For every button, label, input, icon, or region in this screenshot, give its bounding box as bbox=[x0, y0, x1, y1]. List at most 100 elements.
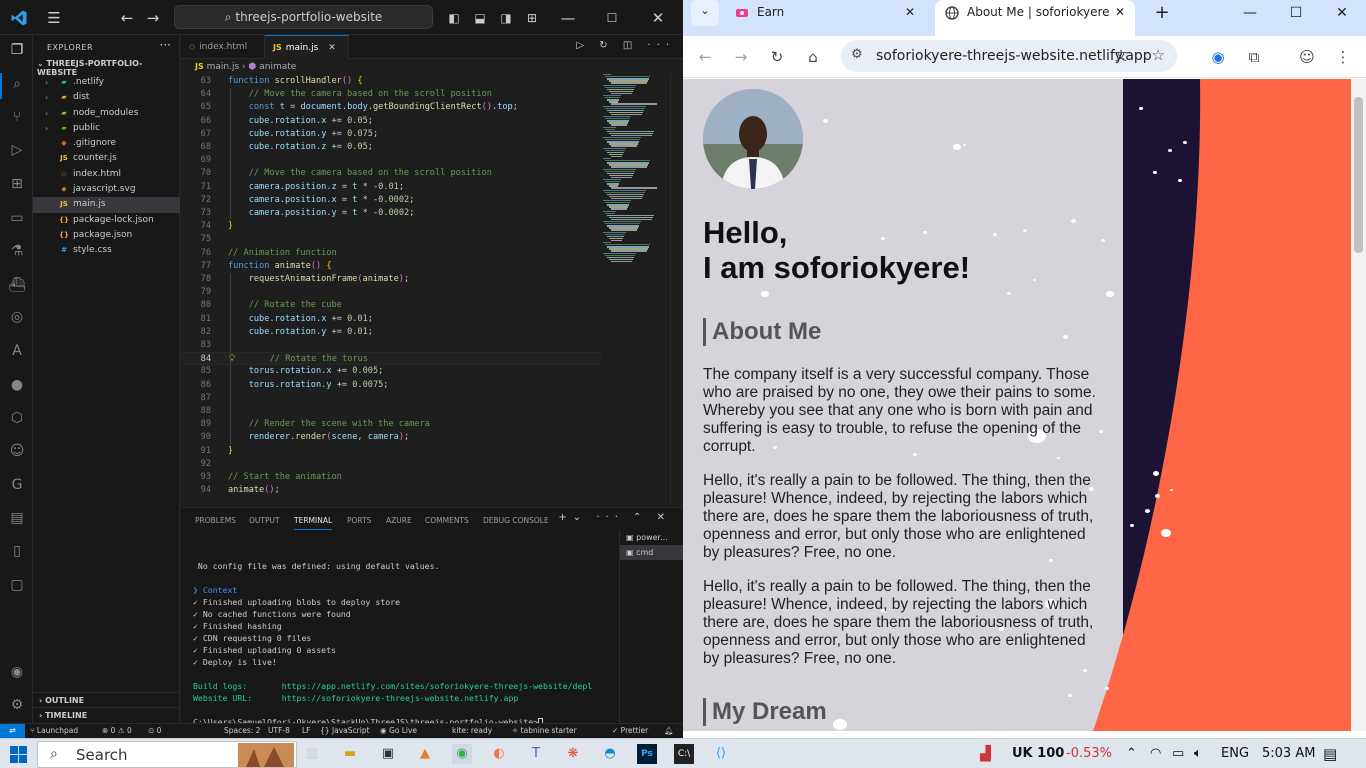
lock-app-icon[interactable]: ▣ bbox=[378, 744, 398, 764]
code-line[interactable]: 82 cube.rotation.y += 0.01; bbox=[181, 326, 601, 339]
code-line[interactable]: 65 const t = document.body.getBoundingCl… bbox=[181, 101, 601, 114]
code-line[interactable]: 92 bbox=[181, 458, 601, 471]
gitkraken-icon[interactable]: G bbox=[7, 475, 27, 495]
forward-arrow-icon[interactable]: → bbox=[729, 45, 753, 69]
timeline-section[interactable]: › TIMELINE bbox=[33, 707, 180, 722]
back-arrow-icon[interactable]: ← bbox=[693, 45, 717, 69]
close-tab-icon[interactable]: ✕ bbox=[1115, 0, 1125, 25]
tree-item[interactable]: JS main.js bbox=[33, 197, 180, 213]
settings-gear-icon[interactable]: ⚙ bbox=[7, 695, 27, 715]
panel-tab-azure[interactable]: AZURE bbox=[386, 512, 412, 530]
tabs-icon[interactable]: ▤ bbox=[7, 508, 27, 528]
close-icon[interactable]: ✕ bbox=[648, 8, 668, 28]
encoding-item[interactable]: UTF-8 bbox=[268, 724, 290, 738]
customize-layout-icon[interactable]: ⊞ bbox=[522, 8, 542, 28]
run-debug-icon[interactable]: ▷ bbox=[7, 140, 27, 160]
code-line[interactable]: 79 bbox=[181, 286, 601, 299]
panel-tab-debug-console[interactable]: DEBUG CONSOLE bbox=[483, 512, 549, 530]
code-line[interactable]: 85 torus.rotation.x += 0.005; bbox=[181, 365, 601, 378]
tree-item[interactable]: › ▰ public bbox=[33, 121, 180, 136]
stock-chart-icon[interactable]: ▟ bbox=[980, 739, 991, 768]
bookmark-star-icon[interactable]: ☆ bbox=[1152, 46, 1165, 64]
home-icon[interactable]: ⌂ bbox=[801, 45, 825, 69]
show-hidden-icons-chevron-icon[interactable]: ⌃ bbox=[1126, 739, 1137, 768]
photoshop-icon[interactable]: Ps bbox=[637, 744, 657, 764]
firefox-icon[interactable]: ◐ bbox=[489, 744, 509, 764]
editor-scrollbar[interactable] bbox=[670, 74, 682, 504]
code-line[interactable]: 67 cube.rotation.y += 0.075; bbox=[181, 128, 601, 141]
code-line[interactable]: 77 function animate() { bbox=[181, 260, 601, 273]
source-control-icon[interactable]: ⑂ bbox=[7, 107, 27, 127]
code-line[interactable]: 80 // Rotate the cube bbox=[181, 299, 601, 312]
command-center[interactable]: ⌕ threejs-portfolio-website bbox=[174, 5, 433, 29]
scrollbar-thumb[interactable] bbox=[1354, 97, 1363, 253]
terminal-item-cmd[interactable]: ▣ cmd bbox=[620, 545, 683, 560]
go-live-item[interactable]: ◉ Go Live bbox=[380, 724, 417, 738]
minimap[interactable] bbox=[603, 74, 663, 274]
code-line[interactable]: 84 💡︎ // Rotate the torus bbox=[181, 352, 601, 366]
tree-item[interactable]: › ▰ dist bbox=[33, 90, 180, 105]
outline-section[interactable]: › OUTLINE bbox=[33, 692, 180, 707]
teams-icon[interactable]: T bbox=[526, 744, 546, 764]
page-scrollbar[interactable] bbox=[1351, 79, 1366, 731]
code-line[interactable]: 89 // Render the scene with the camera bbox=[181, 418, 601, 431]
terminal-output[interactable]: No config file was defined: using defaul… bbox=[193, 548, 613, 728]
extensions-puzzle-icon[interactable]: ⧉ bbox=[1242, 45, 1266, 69]
reload-icon[interactable]: ↻ bbox=[765, 45, 789, 69]
vlc-icon[interactable]: ▲ bbox=[415, 744, 435, 764]
live-share-icon[interactable]: ☺ bbox=[7, 441, 27, 461]
more-actions-icon[interactable]: ··· bbox=[160, 38, 171, 52]
windows-start-icon[interactable] bbox=[10, 746, 27, 763]
file-explorer-icon[interactable]: ▬ bbox=[340, 744, 360, 764]
launchpad-item[interactable]: ⑂ Launchpad bbox=[30, 724, 78, 738]
tabnine-item[interactable]: ✧ tabnine starter bbox=[512, 724, 577, 738]
chat-icon[interactable]: ▢ bbox=[7, 575, 27, 595]
tree-item[interactable]: {} package.json bbox=[33, 228, 180, 243]
toggle-sidebar-icon[interactable]: ◧ bbox=[444, 8, 464, 28]
tree-item[interactable]: JS counter.js bbox=[33, 151, 180, 166]
task-view-icon[interactable]: ▥ bbox=[302, 744, 322, 764]
code-line[interactable]: 86 torus.rotation.y += 0.0075; bbox=[181, 379, 601, 392]
eol-item[interactable]: LF bbox=[302, 724, 311, 738]
tree-item[interactable]: › ▰ .netlify bbox=[33, 75, 180, 90]
chrome-tab-about-me[interactable]: About Me | soforiokyere ✕ bbox=[935, 0, 1135, 36]
wifi-icon[interactable]: ◠ bbox=[1150, 739, 1161, 768]
clock-time[interactable]: 5:03 AM bbox=[1262, 739, 1315, 768]
extension-circle-icon[interactable]: ◉ bbox=[1206, 45, 1230, 69]
battery-icon[interactable]: ▭ bbox=[1172, 739, 1184, 768]
tree-item[interactable]: # style.css bbox=[33, 243, 180, 258]
chrome-tab-earn[interactable]: Earn ✕ bbox=[725, 0, 925, 36]
remote-indicator-icon[interactable]: ⇌ bbox=[0, 724, 25, 739]
minimize-icon[interactable]: — bbox=[1235, 2, 1265, 26]
code-line[interactable]: 76 // Animation function bbox=[181, 247, 601, 260]
kite-item[interactable]: kite: ready bbox=[452, 724, 492, 738]
code-line[interactable]: 70 // Move the camera based on the scrol… bbox=[181, 167, 601, 180]
code-line[interactable]: 88 bbox=[181, 405, 601, 418]
code-line[interactable]: 75 bbox=[181, 233, 601, 246]
forward-arrow-icon[interactable]: → bbox=[143, 8, 163, 28]
tab-search-chevron-icon[interactable]: ⌄ bbox=[691, 0, 719, 26]
remote-explorer-icon[interactable]: ▭ bbox=[7, 208, 27, 228]
code-line[interactable]: 64 // Move the camera based on the scrol… bbox=[181, 88, 601, 101]
code-line[interactable]: 94 animate(); bbox=[181, 484, 601, 497]
terminal-item-powershell[interactable]: ▣ power... bbox=[620, 530, 683, 545]
code-line[interactable]: 68 cube.rotation.z += 0.05; bbox=[181, 141, 601, 154]
chrome-taskbar-icon[interactable]: ◉ bbox=[452, 744, 472, 764]
menu-icon[interactable]: ☰ bbox=[44, 8, 64, 28]
code-line[interactable]: 73 camera.position.y = t * -0.0002; bbox=[181, 207, 601, 220]
search-icon[interactable]: ⌕ bbox=[7, 74, 27, 94]
extensions-icon[interactable]: ⊞ bbox=[7, 174, 27, 194]
code-line[interactable]: 66 cube.rotation.x += 0.05; bbox=[181, 115, 601, 128]
code-editor[interactable]: 63 function scrollHandler() {64 // Move t… bbox=[181, 74, 601, 504]
github-icon[interactable]: ● bbox=[7, 375, 27, 395]
back-arrow-icon[interactable]: ← bbox=[117, 8, 137, 28]
edge-icon[interactable]: ◓ bbox=[600, 744, 620, 764]
input-language[interactable]: ENG bbox=[1221, 739, 1249, 768]
tree-item[interactable]: ◇ index.html bbox=[33, 167, 180, 182]
code-line[interactable]: 74} bbox=[181, 220, 601, 233]
explorer-icon[interactable]: ❐ bbox=[7, 40, 27, 60]
ports-indicator[interactable]: ⊙ 0 bbox=[148, 724, 161, 738]
tree-item[interactable]: ◈ javascript.svg bbox=[33, 182, 180, 197]
panel-tab-problems[interactable]: PROBLEMS bbox=[195, 512, 236, 530]
prettier-item[interactable]: ✓ Prettier bbox=[612, 724, 648, 738]
